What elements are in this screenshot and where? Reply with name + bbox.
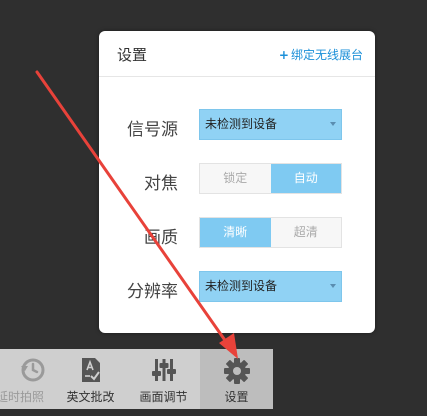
panel-title: 设置: [117, 46, 148, 64]
bottom-toolbar: 延时拍照 英文批改 画面调节 设置: [0, 349, 273, 409]
gear-icon: [223, 358, 250, 384]
quality-toggle: 清晰 超清: [199, 217, 342, 248]
tool-label: 延时拍照: [0, 390, 44, 404]
source-select[interactable]: 未检测到设备: [199, 109, 342, 140]
quality-label: 画质: [144, 228, 178, 248]
document-check-icon: [81, 358, 100, 382]
focus-lock-button[interactable]: 锁定: [200, 164, 271, 193]
resolution-label: 分辨率: [127, 282, 178, 302]
bind-wireless-booth-link[interactable]: + 绑定无线展台: [279, 46, 363, 63]
settings-panel: 设置 + 绑定无线展台 信号源 未检测到设备 对焦 锁定 自动 画质 清晰 超清 …: [99, 31, 375, 333]
tool-settings[interactable]: 设置: [200, 349, 273, 409]
tool-label: 设置: [224, 390, 249, 404]
resolution-select[interactable]: 未检测到设备: [199, 271, 342, 302]
panel-header: 设置 + 绑定无线展台: [99, 31, 375, 77]
tool-label: 英文批改: [66, 390, 115, 404]
resolution-select-value: 未检测到设备: [205, 279, 278, 293]
chevron-down-icon: [330, 284, 336, 288]
sliders-icon: [151, 359, 176, 381]
chevron-down-icon: [330, 122, 336, 126]
tool-image-adjust[interactable]: 画面调节: [127, 349, 200, 409]
quality-hd-button[interactable]: 超清: [270, 218, 341, 247]
quality-clear-button[interactable]: 清晰: [200, 218, 271, 247]
bind-link-label: 绑定无线展台: [290, 48, 363, 62]
tool-delay-photo[interactable]: 延时拍照: [0, 349, 54, 409]
focus-auto-button[interactable]: 自动: [270, 164, 341, 193]
tool-english-correction[interactable]: 英文批改: [54, 349, 127, 409]
source-select-value: 未检测到设备: [205, 117, 278, 131]
focus-toggle: 锁定 自动: [199, 163, 342, 194]
history-icon: [21, 358, 45, 382]
source-label: 信号源: [127, 120, 178, 140]
plus-icon: +: [278, 48, 289, 62]
tool-label: 画面调节: [139, 390, 188, 404]
focus-label: 对焦: [144, 174, 178, 194]
